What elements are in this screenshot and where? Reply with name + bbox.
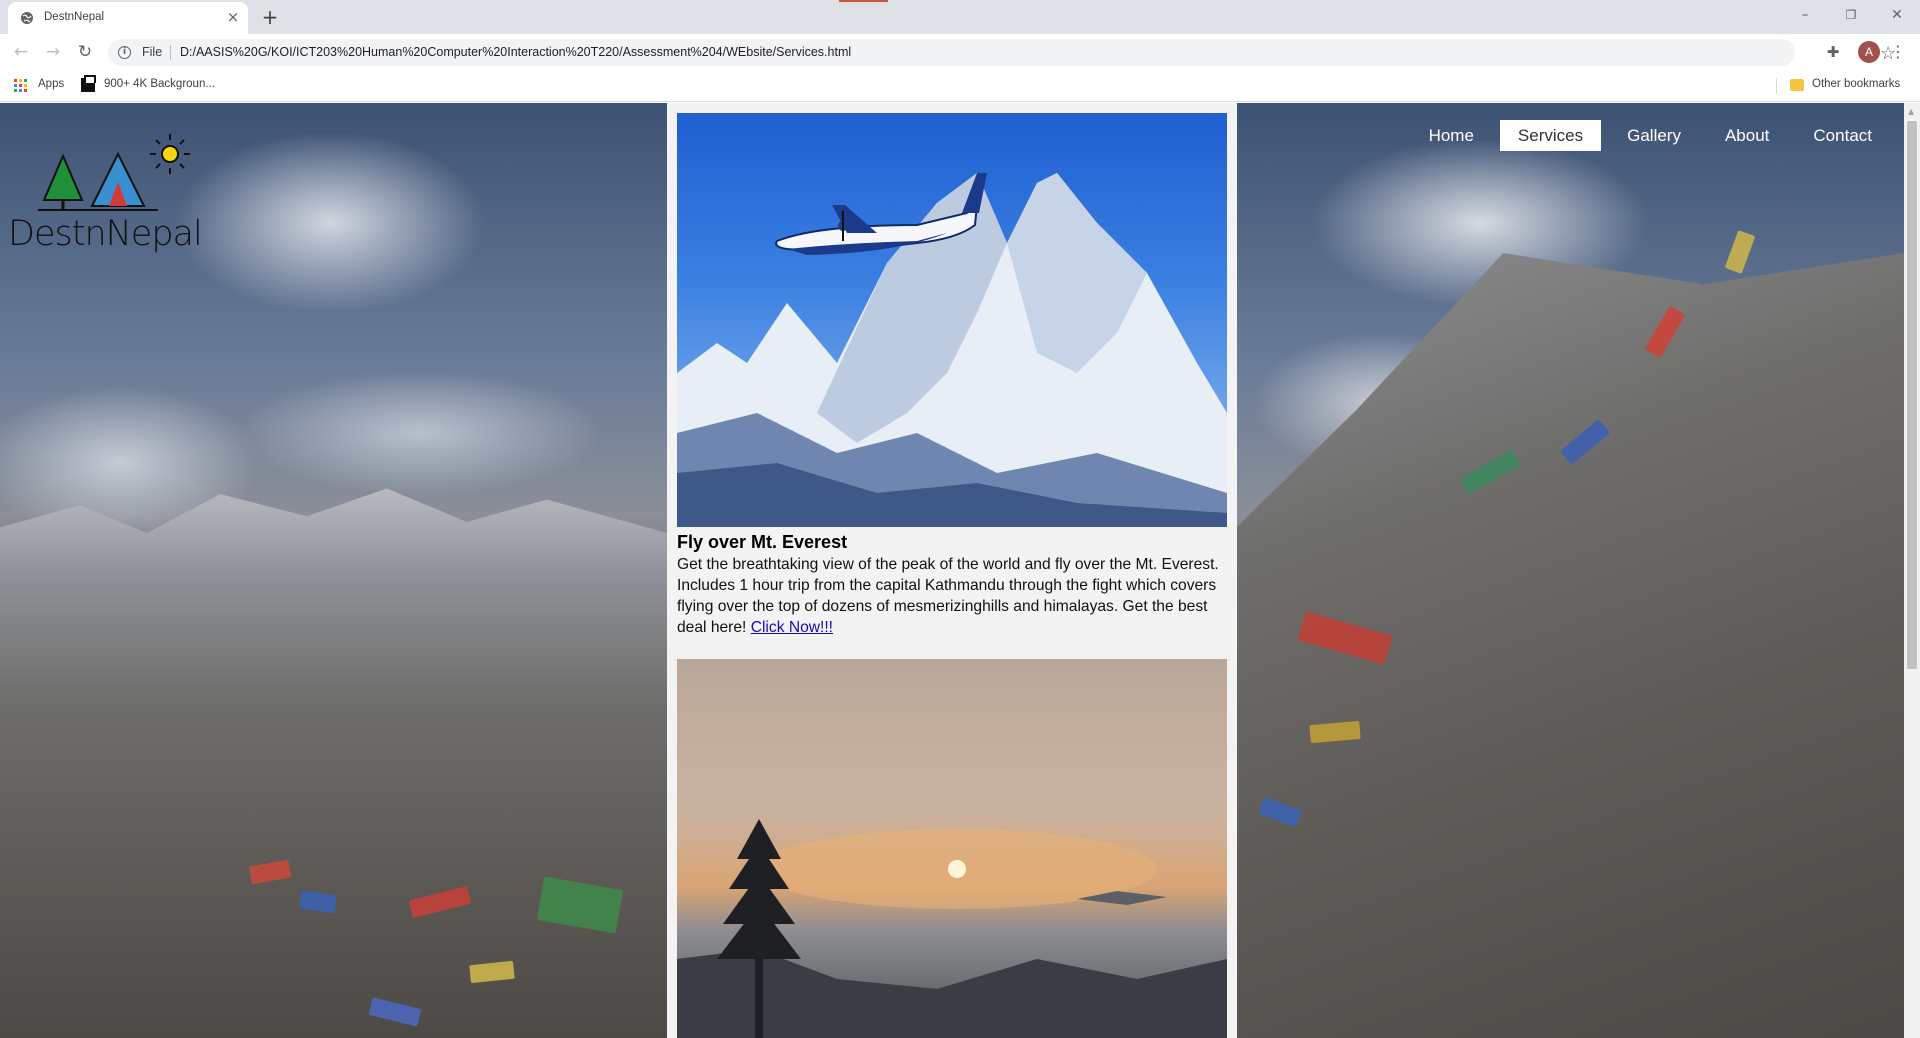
bookmark-favicon [81,75,96,92]
url-text[interactable]: D:/AASIS%20G/KOI/ICT203%20Human%20Comput… [180,45,851,59]
restore-button[interactable]: ❐ [1828,0,1874,30]
page-viewport: DestnNepal Home Services Gallery About C… [0,103,1904,1038]
scroll-up-icon[interactable]: ▲ [1908,107,1914,116]
tab-close-icon[interactable]: × [224,8,242,26]
bookmark-apps[interactable]: Apps [38,78,64,90]
nav-about[interactable]: About [1707,120,1787,151]
minimize-button[interactable]: – [1782,0,1828,30]
apps-grid-icon[interactable] [14,79,27,92]
globe-icon [21,12,33,24]
other-bookmarks[interactable]: Other bookmarks [1812,78,1900,90]
logo-text: DestnNepal [8,214,203,254]
forward-icon[interactable]: → [40,39,66,65]
scrollbar-thumb[interactable] [1907,121,1917,669]
main-nav: Home Services Gallery About Contact [1411,120,1890,151]
site-logo[interactable]: DestnNepal [8,128,203,258]
profile-avatar[interactable]: A [1858,41,1880,63]
sunrise-over-clouds-image [677,659,1227,1038]
tab-strip-accent [839,0,888,2]
logo-tree-tent-sun-icon [38,134,190,211]
tab-title: DestnNepal [44,11,105,23]
tab-strip: DestnNepal × + – ❐ ✕ [0,0,1920,34]
extensions-icon[interactable]: ✚ [1823,42,1843,62]
bookmark-backgrounds[interactable]: 900+ 4K Backgroun... [104,78,215,90]
bookmarks-divider [1776,78,1777,94]
info-icon[interactable]: i [118,46,131,59]
click-now-link[interactable]: Click Now!!! [751,619,833,636]
back-icon[interactable]: ← [8,39,34,65]
bookmarks-bar: Apps 900+ 4K Backgroun... Other bookmark… [0,70,1920,102]
address-bar[interactable]: i File D:/AASIS%20G/KOI/ICT203%20Human%2… [108,39,1896,66]
nav-gallery[interactable]: Gallery [1609,120,1699,151]
browser-toolbar: ← → ↻ i File D:/AASIS%20G/KOI/ICT203%20H… [0,34,1920,70]
nav-services[interactable]: Services [1499,120,1602,151]
nav-contact[interactable]: Contact [1795,120,1890,151]
folder-icon [1790,79,1804,91]
reload-icon[interactable]: ↻ [72,39,98,65]
service-title: Fly over Mt. Everest [677,532,848,552]
new-tab-button[interactable]: + [258,5,282,29]
nav-home[interactable]: Home [1411,120,1492,151]
page-scrollbar[interactable]: ▲ [1904,103,1920,1038]
service-description: Get the breathtaking view of the peak of… [677,554,1229,638]
services-column: Fly over Mt. Everest Get the breathtakin… [667,103,1237,1038]
scheme-label: File [142,45,163,59]
plane-over-mountain-image [677,113,1227,527]
browser-tab[interactable]: DestnNepal × [8,2,248,34]
snowy-ridge-image [0,488,667,1038]
close-window-button[interactable]: ✕ [1874,0,1920,30]
menu-dots-icon[interactable]: ⋮ [1888,42,1908,62]
scheme-divider [170,45,171,60]
